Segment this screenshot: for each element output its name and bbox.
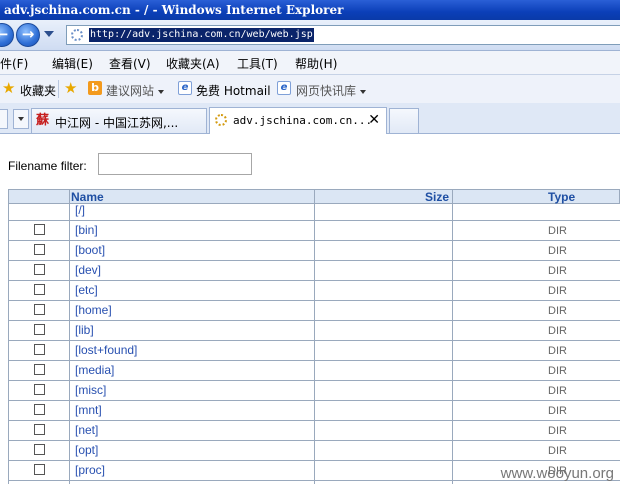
file-type: DIR	[548, 365, 567, 377]
file-type: DIR	[548, 265, 567, 277]
file-name-link[interactable]: [mnt]	[75, 403, 102, 417]
tab-adv-jschina[interactable]: adv.jschina.com.cn... ✕	[209, 107, 387, 134]
file-type: DIR	[548, 405, 567, 417]
suggested-sites-link[interactable]: 建议网站	[106, 82, 165, 99]
file-name-link[interactable]: [lib]	[75, 323, 94, 337]
tab-title: 中江网 - 中国江苏网,...	[55, 116, 179, 130]
address-url[interactable]: http://adv.jschina.com.cn/web/web.jsp	[89, 28, 314, 42]
row-checkbox[interactable]	[34, 244, 45, 255]
back-button[interactable]: ←	[0, 23, 14, 47]
row-checkbox[interactable]	[34, 364, 45, 375]
file-name-link[interactable]: [dev]	[75, 263, 101, 277]
filename-filter-label: Filename filter:	[8, 159, 87, 173]
row-checkbox[interactable]	[34, 404, 45, 415]
quick-tabs-button[interactable]	[0, 109, 8, 129]
column-header-type[interactable]: Type	[548, 190, 575, 204]
table-row: [media] DIR	[8, 361, 620, 381]
favorites-bar: ★ 收藏夹 ★ b 建议网站 e 免费 Hotmail e 网页快讯库	[0, 75, 620, 104]
menu-file[interactable]: 文件(F)	[0, 55, 28, 72]
toolbar-separator	[58, 80, 59, 98]
table-row: [boot] DIR	[8, 241, 620, 261]
table-row: [mnt] DIR	[8, 401, 620, 421]
file-name-link[interactable]: [home]	[75, 303, 112, 317]
table-row: [etc] DIR	[8, 281, 620, 301]
table-row: [/]	[8, 203, 620, 221]
table-row: [net] DIR	[8, 421, 620, 441]
file-name-link[interactable]: [proc]	[75, 463, 105, 477]
menu-view[interactable]: 查看(V)	[109, 55, 151, 72]
recent-pages-dropdown[interactable]	[44, 31, 54, 37]
loading-icon	[215, 114, 227, 126]
favorites-star-icon: ★	[2, 79, 16, 97]
column-header-name[interactable]: Name	[71, 190, 104, 204]
window-title: adv.jschina.com.cn - / - Windows Interne…	[0, 0, 620, 20]
file-type: DIR	[548, 445, 567, 457]
menu-help[interactable]: 帮助(H)	[295, 55, 337, 72]
site-favicon-icon: 蘇	[36, 113, 50, 128]
table-row: [home] DIR	[8, 301, 620, 321]
table-row: [lib] DIR	[8, 321, 620, 341]
file-type: DIR	[548, 305, 567, 317]
forward-button[interactable]: →	[16, 23, 40, 47]
tab-title: adv.jschina.com.cn...	[233, 114, 373, 127]
menu-edit[interactable]: 编辑(E)	[52, 55, 93, 72]
file-type: DIR	[548, 345, 567, 357]
table-row: [dev] DIR	[8, 261, 620, 281]
file-name-link[interactable]: [etc]	[75, 283, 98, 297]
menu-favorites[interactable]: 收藏夹(A)	[166, 55, 220, 72]
menu-bar: 文件(F) 编辑(E) 查看(V) 收藏夹(A) 工具(T) 帮助(H)	[0, 51, 620, 75]
new-tab-button[interactable]	[389, 108, 419, 133]
tab-bar: 蘇 中江网 - 中国江苏网,... adv.jschina.com.cn... …	[0, 103, 620, 134]
loading-icon	[71, 29, 83, 41]
close-tab-icon[interactable]: ✕	[368, 112, 380, 128]
file-name-link[interactable]: [misc]	[75, 383, 106, 397]
tab-list-button[interactable]	[13, 109, 29, 129]
row-checkbox[interactable]	[34, 344, 45, 355]
file-type: DIR	[548, 245, 567, 257]
column-header-size[interactable]: Size	[425, 190, 449, 204]
filename-filter-input[interactable]	[98, 153, 252, 175]
file-name-link[interactable]: [/]	[75, 203, 85, 217]
web-slice-gallery-link[interactable]: 网页快讯库	[296, 82, 367, 99]
suggested-sites-icon: b	[88, 81, 102, 95]
table-row: [lost+found] DIR	[8, 341, 620, 361]
menu-tools[interactable]: 工具(T)	[237, 55, 278, 72]
file-name-link[interactable]: [net]	[75, 423, 98, 437]
file-type: DIR	[548, 325, 567, 337]
file-name-link[interactable]: [bin]	[75, 223, 98, 237]
address-bar[interactable]: http://adv.jschina.com.cn/web/web.jsp	[66, 25, 620, 45]
row-checkbox[interactable]	[34, 424, 45, 435]
ie-page-icon: e	[178, 81, 192, 95]
file-type: DIR	[548, 425, 567, 437]
table-row: [bin] DIR	[8, 221, 620, 241]
file-name-link[interactable]: [lost+found]	[75, 343, 137, 357]
address-toolbar: ← → http://adv.jschina.com.cn/web/web.js…	[0, 20, 620, 51]
row-checkbox[interactable]	[34, 304, 45, 315]
row-checkbox[interactable]	[34, 384, 45, 395]
tab-jschina-home[interactable]: 蘇 中江网 - 中国江苏网,...	[31, 108, 207, 133]
favorites-button[interactable]: 收藏夹	[20, 82, 56, 99]
ie-page-icon: e	[277, 81, 291, 95]
file-type: DIR	[548, 225, 567, 237]
table-row: [opt] DIR	[8, 441, 620, 461]
watermark-text: www.wooyun.org	[500, 465, 614, 482]
file-type: DIR	[548, 385, 567, 397]
table-row: [misc] DIR	[8, 381, 620, 401]
row-checkbox[interactable]	[34, 444, 45, 455]
add-favorite-icon[interactable]: ★	[64, 79, 77, 97]
file-type: DIR	[548, 285, 567, 297]
page-content: Filename filter: Name Size Type [/] [bin]…	[0, 134, 620, 484]
row-checkbox[interactable]	[34, 224, 45, 235]
row-checkbox[interactable]	[34, 324, 45, 335]
file-name-link[interactable]: [boot]	[75, 243, 105, 257]
file-name-link[interactable]: [opt]	[75, 443, 98, 457]
hotmail-link[interactable]: 免费 Hotmail	[196, 82, 271, 99]
row-checkbox[interactable]	[34, 464, 45, 475]
row-checkbox[interactable]	[34, 264, 45, 275]
row-checkbox[interactable]	[34, 284, 45, 295]
file-name-link[interactable]: [media]	[75, 363, 114, 377]
